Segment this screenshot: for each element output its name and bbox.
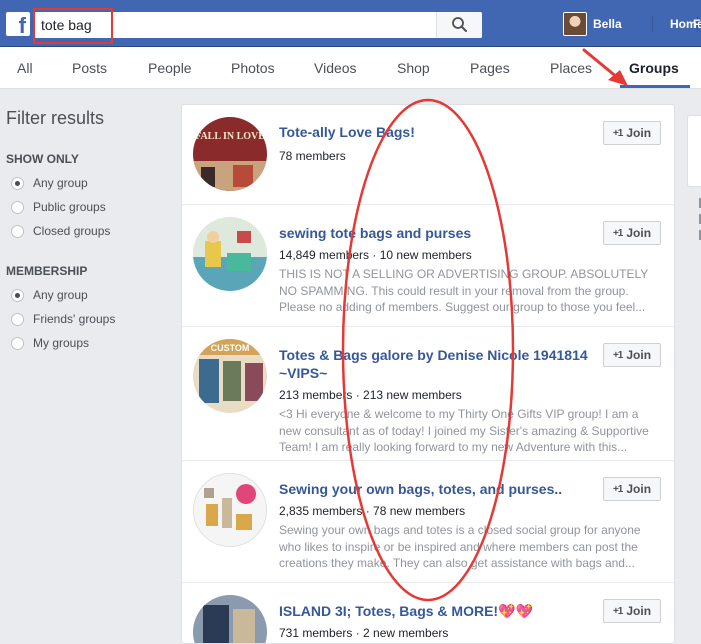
group-thumbnail[interactable]: FALL IN LOVE xyxy=(193,117,267,191)
filter-my-groups[interactable]: My groups xyxy=(11,336,89,350)
tab-shop[interactable]: Shop xyxy=(397,60,430,76)
show-only-heading: SHOW ONLY xyxy=(6,152,79,166)
join-label: Join xyxy=(626,126,652,140)
add-icon: +1 xyxy=(612,349,623,361)
user-name: Bella xyxy=(593,17,622,31)
group-name[interactable]: Sewing your own bags, totes, and purses.… xyxy=(279,480,597,498)
add-icon: +1 xyxy=(612,127,623,139)
group-meta: 14,849 members · 10 new members xyxy=(279,248,472,262)
group-thumbnail[interactable] xyxy=(193,595,267,643)
add-icon: +1 xyxy=(612,605,623,617)
filter-any-group[interactable]: Any group xyxy=(11,176,88,190)
radio-label: Closed groups xyxy=(33,224,111,238)
svg-text:CUSTOM: CUSTOM xyxy=(211,343,250,353)
group-result: ISLAND 3I; Totes, Bags & MORE!💖💖 731 mem… xyxy=(182,583,674,643)
svg-text:FALL IN LOVE: FALL IN LOVE xyxy=(195,131,265,142)
radio-label: Any group xyxy=(33,288,88,302)
radio-icon[interactable] xyxy=(11,312,24,326)
radio-icon[interactable] xyxy=(11,224,24,238)
group-result: CUSTOM Totes & Bags galore by Denise Nic… xyxy=(182,327,674,461)
join-label: Join xyxy=(626,604,652,618)
search-button[interactable] xyxy=(436,12,482,38)
group-meta: 2,835 members · 78 new members xyxy=(279,504,466,518)
group-meta: 213 members · 213 new members xyxy=(279,388,462,402)
group-thumbnail[interactable] xyxy=(193,473,267,547)
join-label: Join xyxy=(626,348,652,362)
find-friends-link[interactable]: F xyxy=(693,17,700,31)
tab-people[interactable]: People xyxy=(148,60,192,76)
group-results: FALL IN LOVE Tote-ally Love Bags! 78 mem… xyxy=(181,104,675,644)
filter-closed-groups[interactable]: Closed groups xyxy=(11,224,110,238)
radio-icon[interactable] xyxy=(11,288,24,302)
join-button[interactable]: +1 Join xyxy=(603,477,661,501)
tab-videos[interactable]: Videos xyxy=(314,60,357,76)
group-name[interactable]: sewing tote bags and purses xyxy=(279,224,597,242)
tab-places[interactable]: Places xyxy=(550,60,592,76)
group-thumbnail[interactable] xyxy=(193,217,267,291)
filter-title: Filter results xyxy=(6,108,105,128)
filter-membership-any[interactable]: Any group xyxy=(11,288,88,302)
radio-label: Any group xyxy=(33,176,88,190)
group-result: FALL IN LOVE Tote-ally Love Bags! 78 mem… xyxy=(182,105,674,205)
group-meta: 731 members · 2 new members xyxy=(279,626,449,640)
join-button[interactable]: +1 Join xyxy=(603,121,661,145)
group-name[interactable]: Tote-ally Love Bags! xyxy=(279,123,597,141)
active-tab-indicator xyxy=(620,85,690,88)
group-description: Sewing your own bags and totes is a clos… xyxy=(279,523,641,570)
group-meta: 78 members xyxy=(279,149,346,163)
group-name[interactable]: Totes & Bags galore by Denise Nicole 194… xyxy=(279,346,597,382)
right-column-card xyxy=(687,115,701,187)
facebook-logo[interactable]: f xyxy=(6,12,30,36)
nav-divider xyxy=(652,16,653,32)
tab-pages[interactable]: Pages xyxy=(470,60,510,76)
group-thumbnail[interactable]: CUSTOM xyxy=(193,339,267,413)
membership-heading: MEMBERSHIP xyxy=(6,264,88,278)
join-label: Join xyxy=(626,482,652,496)
radio-label: Friends' groups xyxy=(33,312,116,326)
tab-groups[interactable]: Groups xyxy=(629,60,679,76)
radio-label: Public groups xyxy=(33,200,106,214)
join-button[interactable]: +1 Join xyxy=(603,221,661,245)
tab-all[interactable]: All xyxy=(17,60,33,76)
group-result: sewing tote bags and purses 14,849 membe… xyxy=(182,205,674,327)
radio-icon[interactable] xyxy=(11,200,24,214)
filter-public-groups[interactable]: Public groups xyxy=(11,200,106,214)
tab-photos[interactable]: Photos xyxy=(231,60,275,76)
radio-label: My groups xyxy=(33,336,90,350)
add-icon: +1 xyxy=(612,227,623,239)
radio-icon[interactable] xyxy=(11,336,24,350)
add-icon: +1 xyxy=(612,483,623,495)
join-button[interactable]: +1 Join xyxy=(603,599,661,623)
group-description: THIS IS NOT A SELLING OR ADVERTISING GRO… xyxy=(279,267,649,314)
join-label: Join xyxy=(626,226,652,240)
search-highlight-box xyxy=(33,8,113,44)
search-icon xyxy=(452,17,467,32)
tab-posts[interactable]: Posts xyxy=(72,60,107,76)
avatar xyxy=(563,12,587,36)
filter-friends-groups[interactable]: Friends' groups xyxy=(11,312,115,326)
group-result: Sewing your own bags, totes, and purses.… xyxy=(182,461,674,583)
radio-icon[interactable] xyxy=(11,176,24,190)
group-description: <3 Hi everyone & welcome to my Thirty On… xyxy=(279,407,649,454)
join-button[interactable]: +1 Join xyxy=(603,343,661,367)
search-tabs: All Posts People Photos Videos Shop Page… xyxy=(0,47,701,89)
profile-link[interactable]: Bella xyxy=(563,12,622,36)
group-name[interactable]: ISLAND 3I; Totes, Bags & MORE!💖💖 xyxy=(279,602,597,620)
